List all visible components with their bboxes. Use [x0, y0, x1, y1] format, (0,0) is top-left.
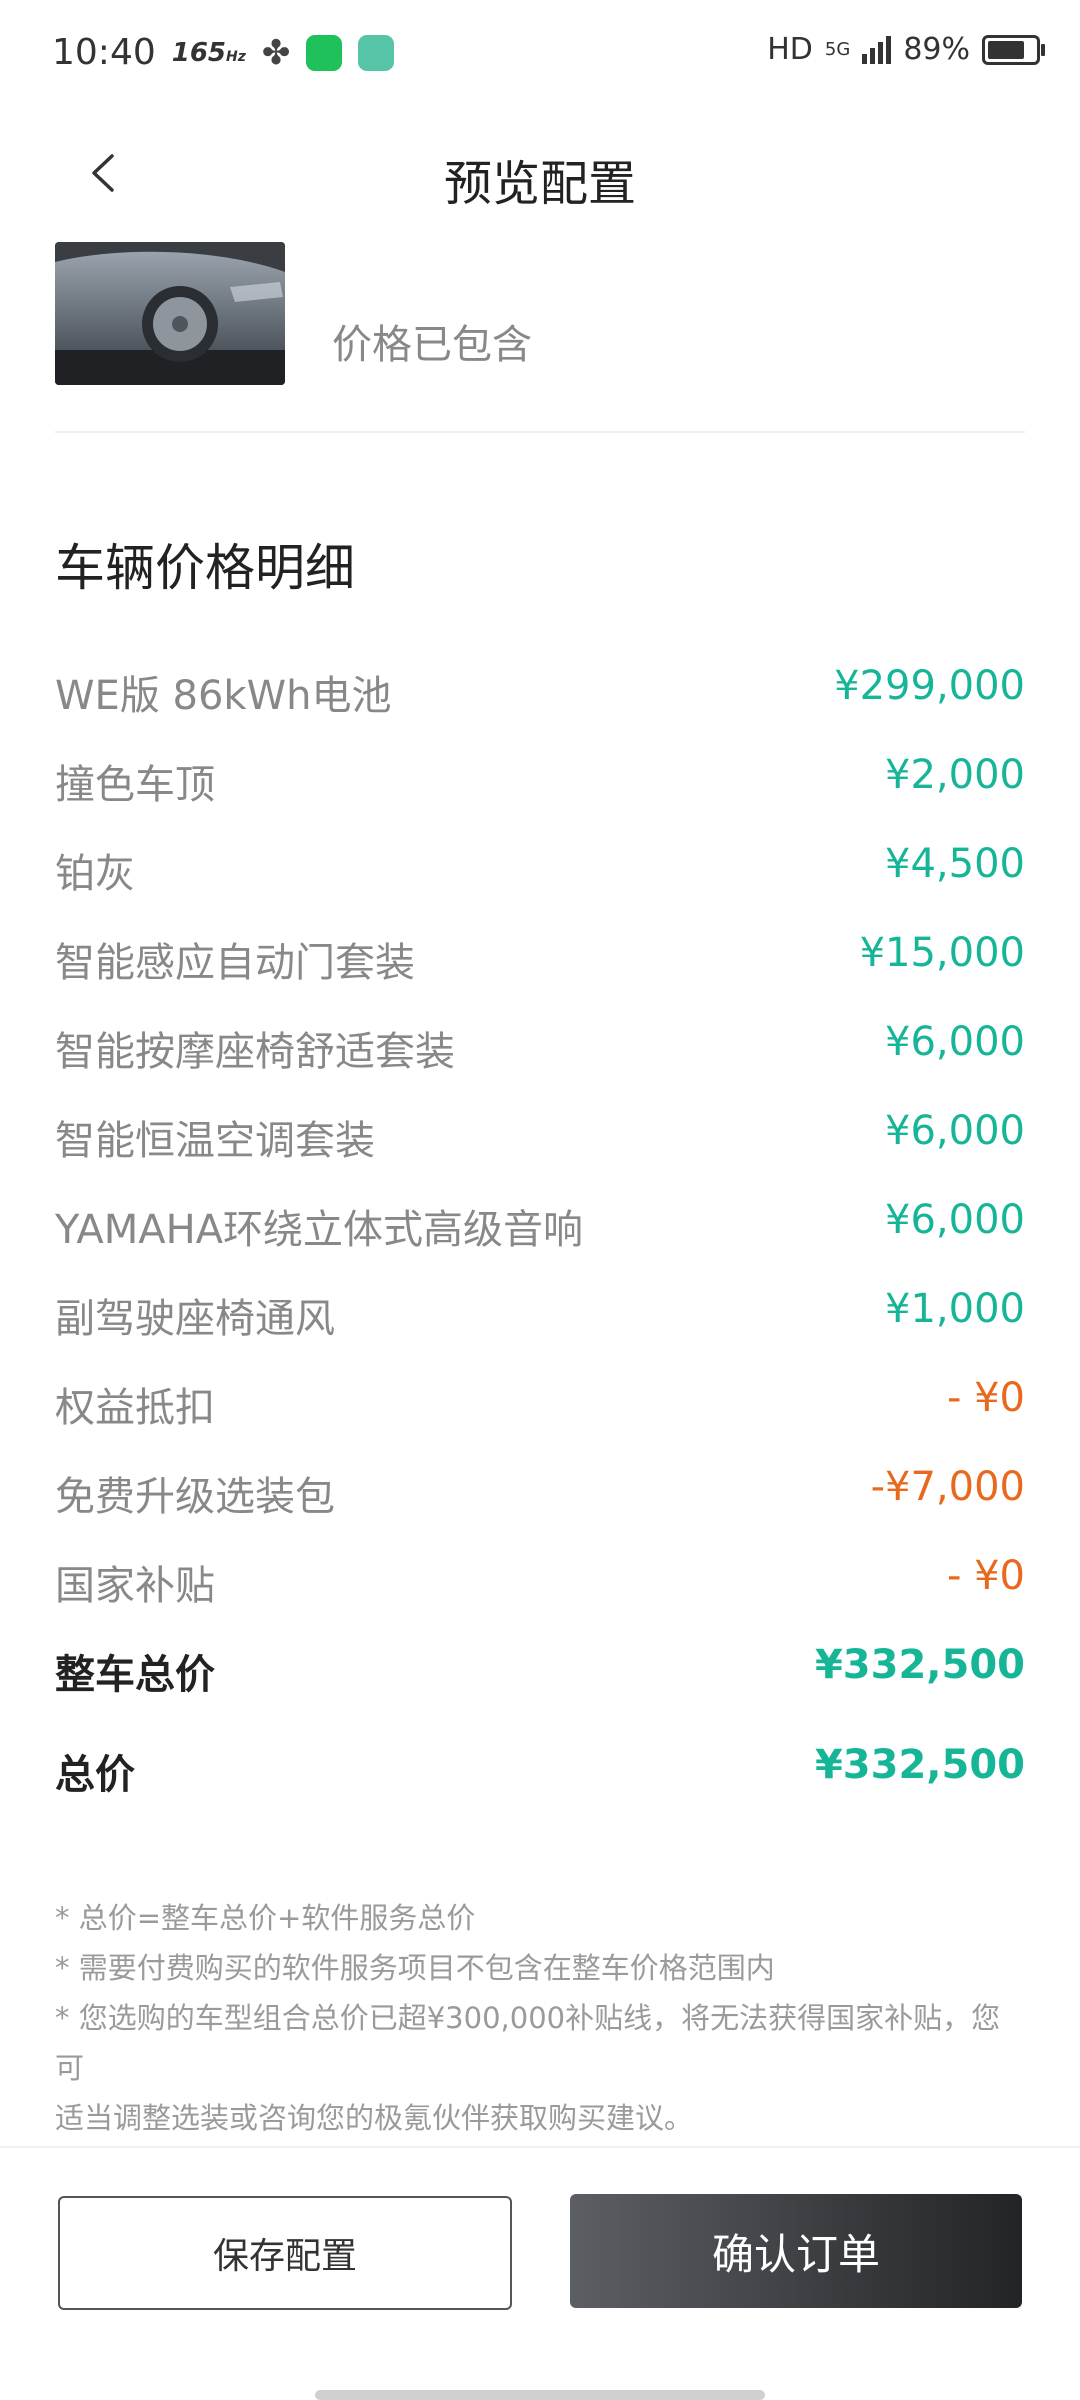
row-value: ¥6,000 [885, 1108, 1025, 1154]
row-label: 铂灰 [55, 851, 135, 897]
row-label: 智能感应自动门套装 [55, 940, 415, 986]
price-row: 副驾驶座椅通风 ¥1,000 [55, 1286, 1025, 1356]
wechat-icon [306, 34, 343, 71]
row-label: 免费升级选装包 [55, 1474, 335, 1520]
row-label: 副驾驶座椅通风 [55, 1296, 335, 1342]
fan-icon: ✤ [261, 32, 291, 73]
row-value: ¥1,000 [885, 1286, 1025, 1332]
row-label: WE版 86kWh电池 [55, 673, 392, 719]
status-bar: 10:40 165Hz ✤ HD 5G 89% [0, 0, 1080, 110]
row-label: YAMAHA环绕立体式高级音响 [55, 1207, 584, 1253]
footnote: * 总价=整车总价+软件服务总价 [55, 1901, 476, 1935]
network-type: 5G [824, 39, 851, 60]
row-label: 撞色车顶 [55, 762, 215, 808]
price-row: YAMAHA环绕立体式高级音响 ¥6,000 [55, 1197, 1025, 1267]
divider [55, 431, 1025, 433]
battery-fill [988, 40, 1024, 59]
price-row: 国家补贴 - ¥0 [55, 1553, 1025, 1623]
row-value: - ¥0 [946, 1375, 1025, 1421]
price-included-text: 价格已包含 [332, 322, 532, 368]
confirm-order-button[interactable]: 确认订单 [570, 2194, 1022, 2308]
row-value: ¥6,000 [885, 1019, 1025, 1065]
price-row: 铂灰 ¥4,500 [55, 841, 1025, 911]
row-value: ¥2,000 [885, 752, 1025, 798]
battery-percent: 89% [903, 32, 970, 67]
footnote: 适当调整选装或咨询您的极氪伙伴获取购买建议。 [55, 2101, 694, 2135]
car-thumbnail [55, 242, 285, 385]
row-value: ¥15,000 [859, 930, 1025, 976]
row-label: 国家补贴 [55, 1563, 215, 1609]
status-time: 10:40 [52, 32, 156, 73]
total-value: ¥332,500 [814, 1742, 1025, 1788]
row-value: ¥299,000 [834, 663, 1025, 709]
row-label: 权益抵扣 [55, 1385, 215, 1431]
signal-icon [862, 35, 892, 64]
total-row: 总价 ¥332,500 [55, 1742, 1025, 1812]
price-row: 智能恒温空调套装 ¥6,000 [55, 1108, 1025, 1178]
refresh-rate: 165Hz [171, 37, 246, 68]
section-title: 车辆价格明细 [55, 539, 355, 597]
battery-icon [982, 34, 1045, 65]
hd-indicator: HD [767, 32, 813, 67]
page-title: 预览配置 [443, 156, 636, 212]
vehicle-total-value: ¥332,500 [814, 1642, 1025, 1688]
total-label: 总价 [55, 1752, 135, 1798]
price-row: 权益抵扣 - ¥0 [55, 1375, 1025, 1445]
row-value: -¥7,000 [870, 1464, 1025, 1510]
row-label: 智能按摩座椅舒适套装 [55, 1029, 455, 1075]
footnote: * 您选购的车型组合总价已超¥300,000补贴线，将无法获得国家补贴，您可 [55, 2001, 1001, 2085]
price-row: WE版 86kWh电池 ¥299,000 [55, 663, 1025, 733]
status-right: HD 5G 89% [767, 32, 1045, 67]
vehicle-total-row: 整车总价 ¥332,500 [55, 1642, 1025, 1712]
footer-divider [0, 2146, 1080, 2148]
row-value: ¥4,500 [885, 841, 1025, 887]
save-config-button[interactable]: 保存配置 [58, 2196, 512, 2310]
message-icon [358, 34, 395, 71]
footnotes: * 总价=整车总价+软件服务总价 * 需要付费购买的软件服务项目不包含在整车价格… [55, 1893, 1025, 2143]
vehicle-total-label: 整车总价 [55, 1652, 215, 1698]
row-label: 智能恒温空调套装 [55, 1118, 375, 1164]
price-row: 智能按摩座椅舒适套装 ¥6,000 [55, 1019, 1025, 1089]
footnote: * 需要付费购买的软件服务项目不包含在整车价格范围内 [55, 1951, 775, 1985]
status-left: 10:40 165Hz ✤ [52, 32, 395, 73]
home-indicator[interactable] [315, 2390, 765, 2400]
price-row: 免费升级选装包 -¥7,000 [55, 1464, 1025, 1534]
price-row: 撞色车顶 ¥2,000 [55, 752, 1025, 822]
row-value: - ¥0 [946, 1553, 1025, 1599]
price-row: 智能感应自动门套装 ¥15,000 [55, 930, 1025, 1000]
header: 预览配置 [0, 130, 1080, 220]
row-value: ¥6,000 [885, 1197, 1025, 1243]
